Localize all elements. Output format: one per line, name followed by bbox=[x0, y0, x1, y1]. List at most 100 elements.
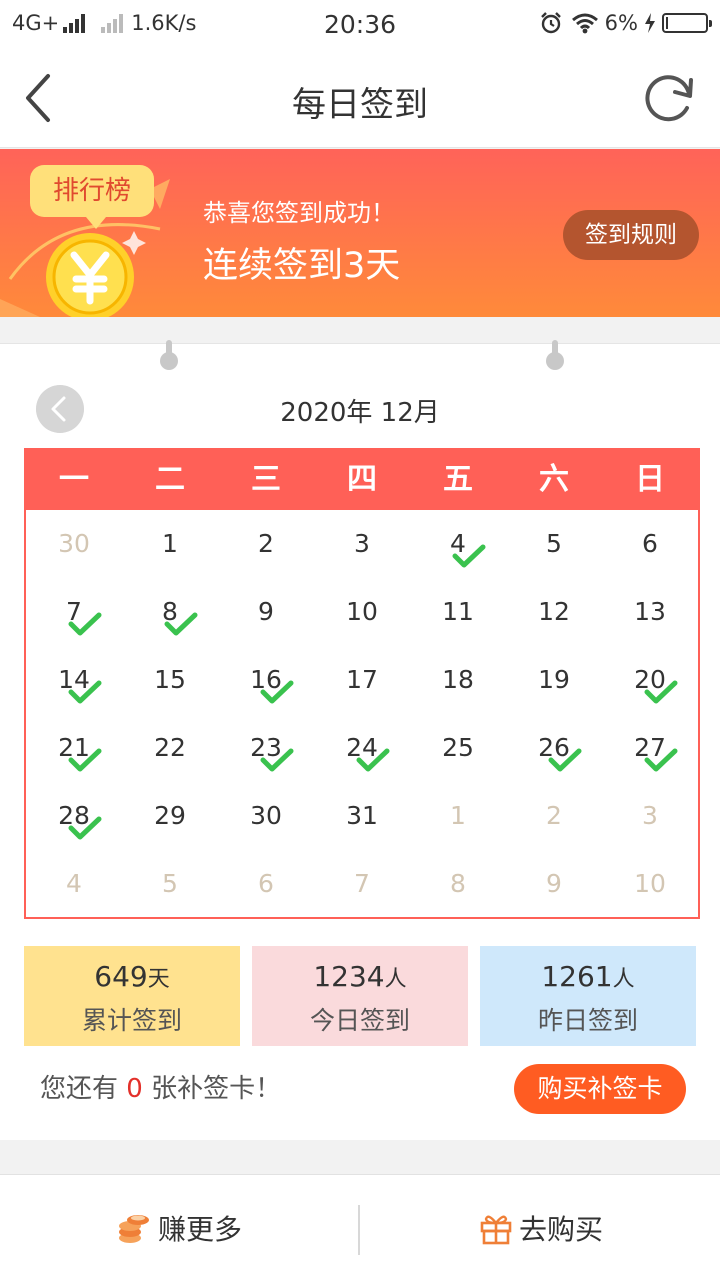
calendar-day-other-month[interactable]: 9 bbox=[506, 850, 602, 918]
signin-banner: 排行榜 恭喜您签到成功！ 连续签到3天 签到规则 bbox=[0, 149, 720, 317]
weekday-label: 四 bbox=[347, 462, 377, 497]
calendar-day[interactable]: 1 bbox=[122, 510, 218, 578]
tab-earn-more[interactable]: 赚更多 bbox=[0, 1175, 358, 1280]
calendar-day-other-month[interactable]: 10 bbox=[602, 850, 698, 918]
calendar-day-number: 1 bbox=[450, 801, 466, 830]
calendar-day-number: 18 bbox=[442, 665, 474, 694]
calendar-day-number: 29 bbox=[154, 801, 186, 830]
tab-go-shopping[interactable]: 去购买 bbox=[362, 1175, 720, 1280]
calendar-day[interactable]: 14 bbox=[26, 646, 122, 714]
stat-today: 1234人 今日签到 bbox=[252, 946, 468, 1046]
calendar-day-number: 5 bbox=[546, 529, 562, 558]
page-title: 每日签到 bbox=[292, 85, 428, 125]
calendar-day[interactable]: 19 bbox=[506, 646, 602, 714]
alarm-icon bbox=[540, 12, 561, 34]
tab-go-shopping-label: 去购买 bbox=[518, 1213, 603, 1246]
calendar-day-number: 7 bbox=[354, 869, 370, 898]
calendar-day[interactable]: 5 bbox=[506, 510, 602, 578]
checked-in-icon bbox=[548, 748, 582, 772]
pin-left bbox=[160, 340, 178, 370]
calendar-day[interactable]: 16 bbox=[218, 646, 314, 714]
calendar-day-number: 25 bbox=[442, 733, 474, 762]
calendar-week-row: 28 29 30 31 1 2 3 bbox=[26, 782, 698, 850]
calendar-day[interactable]: 26 bbox=[506, 714, 602, 782]
checked-in-icon bbox=[260, 748, 294, 772]
calendar-day[interactable]: 24 bbox=[314, 714, 410, 782]
calendar-day-other-month[interactable]: 2 bbox=[506, 782, 602, 850]
calendar-day-number: 10 bbox=[634, 869, 666, 898]
checked-in-icon bbox=[644, 748, 678, 772]
calendar-day-other-month[interactable]: 5 bbox=[122, 850, 218, 918]
calendar-day[interactable]: 7 bbox=[26, 578, 122, 646]
calendar-day-other-month[interactable]: 3 bbox=[602, 782, 698, 850]
stat-total-label: 累计签到 bbox=[81, 1006, 182, 1035]
day-grid: 30 1 2 3 4 5 6 7 8 9 10 11 12 13 14 15 16 17 18 19 20 21 22 23 2… bbox=[26, 510, 698, 918]
calendar-week-row: 7 8 9 10 11 12 13 bbox=[26, 578, 698, 646]
calendar-day-other-month[interactable]: 8 bbox=[410, 850, 506, 918]
coins-icon bbox=[118, 1215, 149, 1243]
checked-in-icon bbox=[68, 612, 102, 636]
calendar-day[interactable]: 30 bbox=[218, 782, 314, 850]
calendar-day[interactable]: 3 bbox=[314, 510, 410, 578]
calendar-day[interactable]: 13 bbox=[602, 578, 698, 646]
calendar-day-number: 6 bbox=[258, 869, 274, 898]
calendar-day[interactable]: 8 bbox=[122, 578, 218, 646]
calendar-day[interactable]: 12 bbox=[506, 578, 602, 646]
stat-yesterday-unit: 人 bbox=[612, 967, 635, 992]
calendar-day[interactable]: 2 bbox=[218, 510, 314, 578]
calendar-day[interactable]: 11 bbox=[410, 578, 506, 646]
calendar-day[interactable]: 27 bbox=[602, 714, 698, 782]
calendar-day-number: 6 bbox=[642, 529, 658, 558]
calendar-day[interactable]: 28 bbox=[26, 782, 122, 850]
buy-makeup-card-button[interactable]: 购买补签卡 bbox=[514, 1064, 686, 1114]
calendar-day[interactable]: 25 bbox=[410, 714, 506, 782]
calendar-day[interactable]: 18 bbox=[410, 646, 506, 714]
calendar-week-row: 30 1 2 3 4 5 6 bbox=[26, 510, 698, 578]
calendar-day[interactable]: 31 bbox=[314, 782, 410, 850]
checked-in-icon bbox=[644, 680, 678, 704]
pin-right bbox=[546, 340, 564, 370]
calendar-week-row: 4 5 6 7 8 9 10 bbox=[26, 850, 698, 918]
calendar-grid: 一二三四五六日 30 1 2 3 4 5 6 7 8 9 10 11 12 13 14 15 16 17 18 19 2… bbox=[24, 448, 700, 919]
weekday-label: 一 bbox=[59, 462, 89, 497]
streak-text: 连续签到3天 bbox=[203, 246, 401, 286]
calendar-day-other-month[interactable]: 7 bbox=[314, 850, 410, 918]
calendar-day[interactable]: 6 bbox=[602, 510, 698, 578]
calendar-day[interactable]: 20 bbox=[602, 646, 698, 714]
calendar-day-other-month[interactable]: 30 bbox=[26, 510, 122, 578]
weekday-label: 六 bbox=[539, 462, 569, 497]
makeup-prefix: 您还有 bbox=[40, 1074, 127, 1104]
stat-today-label: 今日签到 bbox=[309, 1006, 410, 1035]
refresh-icon[interactable] bbox=[642, 70, 698, 126]
calendar-week-row: 21 22 23 24 25 26 27 bbox=[26, 714, 698, 782]
month-title: 2020年 12月 bbox=[280, 398, 440, 428]
ranking-tag[interactable]: 排行榜 bbox=[30, 165, 154, 229]
calendar-day-number: 10 bbox=[346, 597, 378, 626]
calendar-day-number: 17 bbox=[346, 665, 378, 694]
calendar-day[interactable]: 21 bbox=[26, 714, 122, 782]
signin-rules-button[interactable]: 签到规则 bbox=[563, 210, 699, 260]
checked-in-icon bbox=[68, 816, 102, 840]
calendar-day[interactable]: 9 bbox=[218, 578, 314, 646]
calendar-day-number: 3 bbox=[354, 529, 370, 558]
calendar-day-number: 1 bbox=[162, 529, 178, 558]
calendar-day[interactable]: 22 bbox=[122, 714, 218, 782]
calendar-day[interactable]: 23 bbox=[218, 714, 314, 782]
calendar-day-number: 8 bbox=[450, 869, 466, 898]
gift-icon bbox=[480, 1215, 512, 1245]
calendar-day-number: 13 bbox=[634, 597, 666, 626]
calendar-week-row: 14 15 16 17 18 19 20 bbox=[26, 646, 698, 714]
calendar-day-number: 31 bbox=[346, 801, 378, 830]
nav-bar: 每日签到 bbox=[0, 50, 720, 148]
calendar-day-other-month[interactable]: 6 bbox=[218, 850, 314, 918]
calendar-day[interactable]: 29 bbox=[122, 782, 218, 850]
battery-icon bbox=[662, 13, 712, 33]
calendar-day-number: 30 bbox=[250, 801, 282, 830]
calendar-day-other-month[interactable]: 4 bbox=[26, 850, 122, 918]
calendar-day[interactable]: 10 bbox=[314, 578, 410, 646]
calendar-day-number: 2 bbox=[258, 529, 274, 558]
calendar-day-other-month[interactable]: 1 bbox=[410, 782, 506, 850]
calendar-day[interactable]: 4 bbox=[410, 510, 506, 578]
calendar-day[interactable]: 15 bbox=[122, 646, 218, 714]
calendar-day[interactable]: 17 bbox=[314, 646, 410, 714]
